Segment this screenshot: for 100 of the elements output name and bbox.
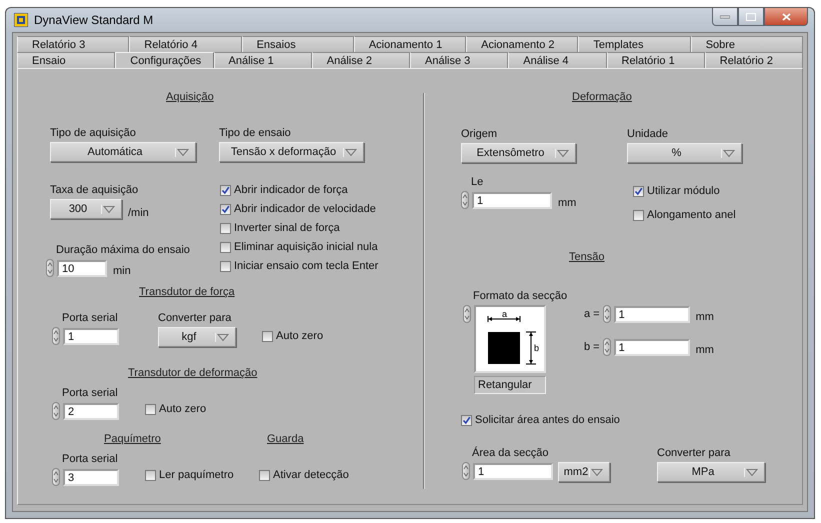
spinner-control[interactable] xyxy=(46,259,54,277)
field-label: Porta serial xyxy=(61,312,119,324)
dropdown[interactable]: Tensão x deformação xyxy=(219,142,364,162)
input-field[interactable]: 1 xyxy=(473,462,553,480)
spinner-control[interactable] xyxy=(462,462,470,480)
checkbox[interactable] xyxy=(262,330,273,342)
tab[interactable]: Análise 2 xyxy=(312,52,410,68)
tab[interactable]: Relatório 2 xyxy=(704,52,803,68)
minimize-icon xyxy=(720,14,730,18)
dropdown-arrow-icon xyxy=(215,332,229,342)
dropdown[interactable]: mm2 xyxy=(558,462,610,482)
section-heading: Deformação xyxy=(572,91,632,103)
cross-section-drawing xyxy=(488,316,536,364)
field-label: Tipo de aquisição xyxy=(50,127,137,139)
checkbox[interactable] xyxy=(220,184,231,196)
input-field[interactable]: 2 xyxy=(63,402,119,420)
dimension-label: b xyxy=(534,343,540,353)
dropdown-arrow-icon xyxy=(175,148,189,156)
checkbox-label: Solicitar área antes do ensaio xyxy=(475,414,620,426)
checkbox[interactable] xyxy=(633,210,644,220)
field-label: Converter para xyxy=(657,447,732,459)
dimension-label: a xyxy=(502,309,508,319)
field-label: Unidade xyxy=(627,128,669,140)
minimize-button[interactable] xyxy=(712,8,738,26)
dropdown-arrow-icon xyxy=(343,148,357,156)
section-heading: Aquisição xyxy=(166,91,214,103)
checkbox-label: Auto zero xyxy=(276,330,324,342)
dropdown[interactable]: Extensômetro xyxy=(461,143,576,163)
spinner-control[interactable] xyxy=(602,305,611,323)
spinner-control[interactable] xyxy=(602,338,611,356)
dropdown[interactable]: % xyxy=(627,143,742,163)
checkbox-label: Ler paquímetro xyxy=(159,469,234,481)
dropdown[interactable]: kgf xyxy=(158,327,236,347)
tab[interactable]: Configurações xyxy=(115,52,214,68)
spinner-control[interactable] xyxy=(52,402,60,420)
unit-label: min xyxy=(113,265,131,277)
dropdown-arrow-icon xyxy=(555,148,569,158)
spinner-control[interactable] xyxy=(52,327,60,345)
section-heading: Paquímetro xyxy=(104,433,161,445)
tab[interactable]: Relatório 4 xyxy=(129,36,242,52)
field-label: Área da secção xyxy=(471,447,550,459)
section-heading: Transdutor de deformação xyxy=(128,367,258,379)
field-label: Taxa de aquisição xyxy=(50,184,140,196)
input-field[interactable]: 1 xyxy=(614,306,690,322)
checkbox[interactable] xyxy=(145,470,156,480)
spinner-control[interactable] xyxy=(463,305,471,323)
app-icon xyxy=(14,13,28,27)
spinner-control[interactable] xyxy=(461,191,469,209)
maximize-icon xyxy=(746,12,756,20)
input-field[interactable]: 1 xyxy=(63,328,119,344)
checkbox-label: Abrir indicador de velocidade xyxy=(234,203,376,215)
tab[interactable]: Relatório 1 xyxy=(606,52,705,68)
section-heading: Transdutor de força xyxy=(139,286,235,298)
dropdown-arrow-icon xyxy=(721,148,735,158)
tab[interactable]: Análise 4 xyxy=(508,52,606,68)
checkbox[interactable] xyxy=(220,260,231,272)
checkbox[interactable] xyxy=(220,242,231,252)
tab[interactable]: Ensaios xyxy=(242,36,354,52)
dropdown[interactable]: Automática xyxy=(50,142,196,162)
close-button[interactable] xyxy=(764,8,808,26)
tab[interactable]: Templates xyxy=(578,36,691,52)
tab[interactable]: Análise 1 xyxy=(214,52,312,68)
field-label: a = xyxy=(584,308,600,320)
tab[interactable]: Acionamento 2 xyxy=(466,36,578,52)
dropdown-arrow-icon xyxy=(744,468,758,476)
spinner-control[interactable] xyxy=(52,468,60,486)
dropdown[interactable]: 300 xyxy=(50,199,122,219)
checkbox[interactable] xyxy=(633,186,644,196)
field-label: Porta serial xyxy=(61,453,119,465)
checkbox-label: Eliminar aquisição inicial nula xyxy=(234,241,378,253)
field-label: Le xyxy=(470,176,484,188)
checkbox-label: Utilizar módulo xyxy=(647,185,720,197)
checkbox-label: Abrir indicador de força xyxy=(234,184,348,196)
input-field[interactable]: 1 xyxy=(614,338,690,356)
field-label: b = xyxy=(584,341,600,353)
checkbox-label: Inverter sinal de força xyxy=(234,222,340,234)
field-label: Formato da secção xyxy=(472,290,568,302)
maximize-button[interactable] xyxy=(738,8,764,26)
field-label: Converter para xyxy=(158,312,232,324)
checkbox[interactable] xyxy=(259,470,270,480)
unit-label: mm xyxy=(696,311,714,323)
checkbox[interactable] xyxy=(220,204,231,214)
field-label: Tipo de ensaio xyxy=(219,127,292,139)
unit-label: mm xyxy=(696,344,714,356)
input-field[interactable]: 3 xyxy=(63,468,119,486)
input-field[interactable]: 1 xyxy=(472,192,552,208)
tab[interactable]: Análise 3 xyxy=(410,52,508,68)
tab[interactable]: Ensaio xyxy=(17,52,116,68)
checkbox[interactable] xyxy=(220,222,231,234)
dropdown[interactable]: MPa xyxy=(657,462,765,482)
input-field[interactable]: 10 xyxy=(57,260,107,276)
unit-label: /min xyxy=(128,207,149,219)
tab[interactable]: Acionamento 1 xyxy=(354,36,466,52)
checkbox[interactable] xyxy=(145,404,156,414)
tab[interactable]: Relatório 3 xyxy=(17,36,130,52)
tab[interactable]: Sobre xyxy=(690,36,803,52)
dropdown-arrow-icon xyxy=(589,468,603,476)
checkbox[interactable] xyxy=(461,414,472,426)
dropdown-arrow-icon xyxy=(101,204,115,214)
field-label: Porta serial xyxy=(61,387,119,399)
